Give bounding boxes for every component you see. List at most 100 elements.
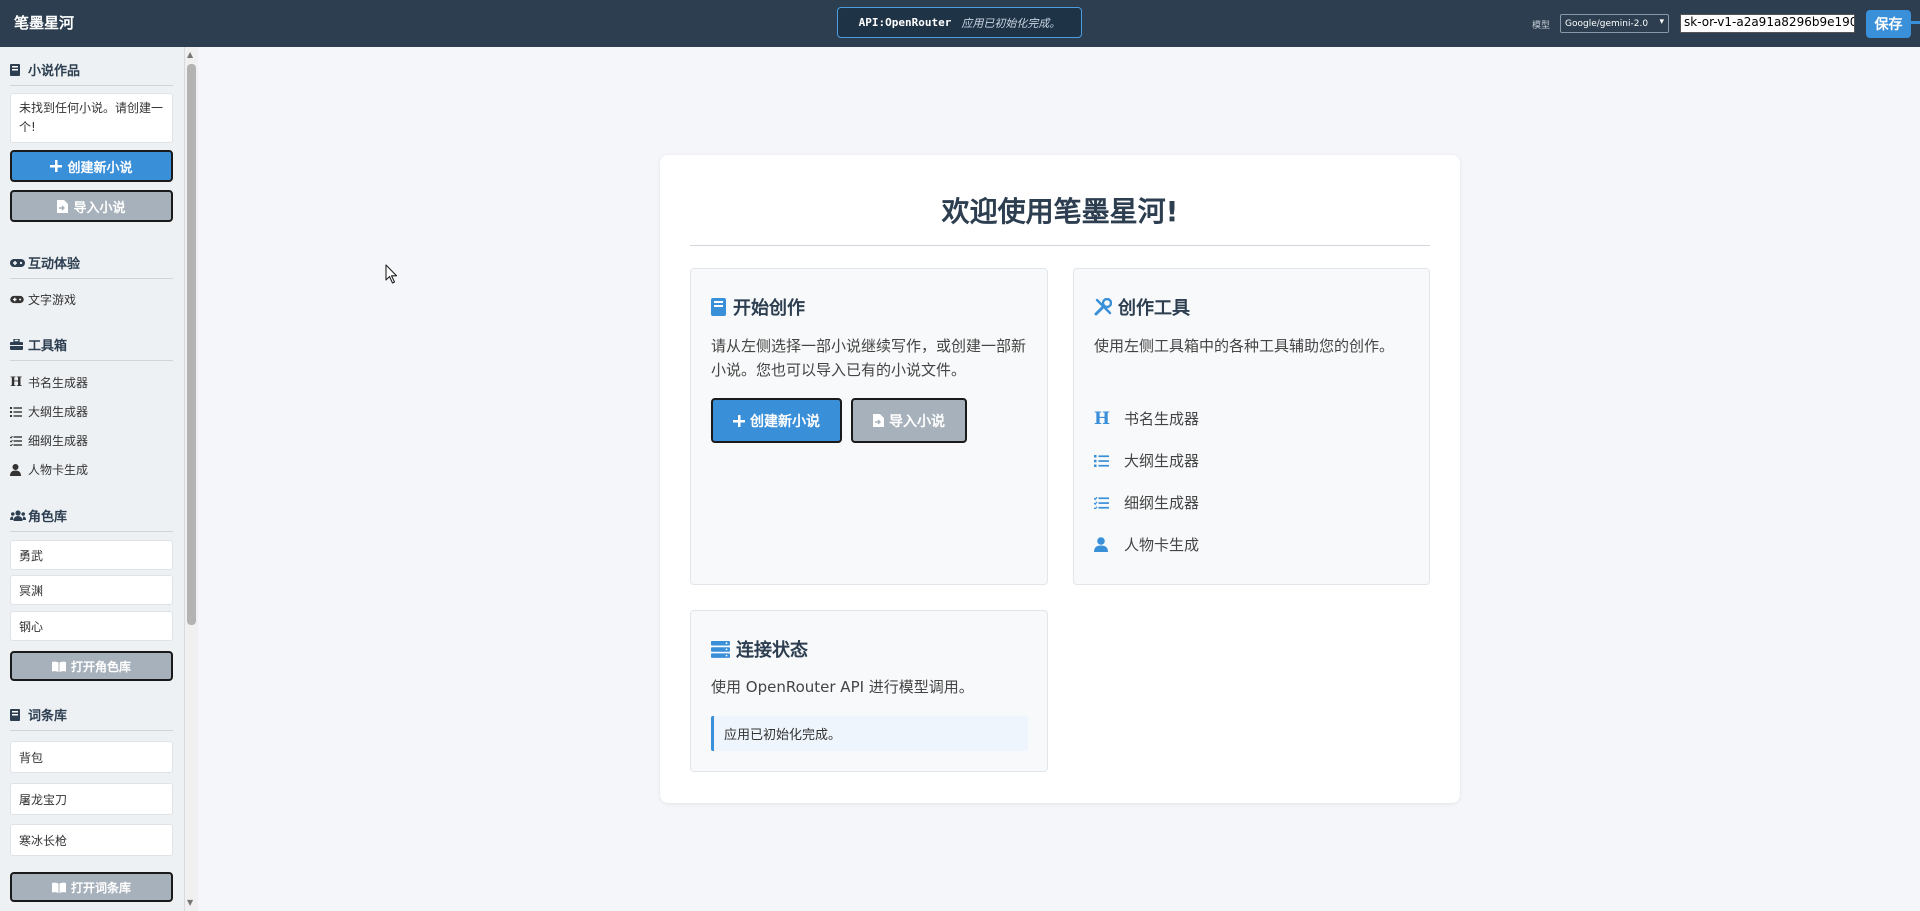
book-icon — [10, 63, 26, 76]
chevron-down-icon: ▾ — [1659, 17, 1664, 27]
start-creating-label: 开始创作 — [733, 298, 805, 319]
create-novel-main-label: 创建新小说 — [750, 413, 820, 430]
open-character-library-label: 打开角色库 — [70, 659, 131, 674]
list-item[interactable]: 钢心 — [10, 611, 173, 641]
server-icon — [711, 640, 730, 658]
tool-item-outline-generator[interactable]: 大纲生成器 — [1094, 450, 1199, 471]
sidebar-item-label: 细纲生成器 — [28, 434, 89, 448]
sidebar-item-title-generator[interactable]: H 书名生成器 — [10, 374, 88, 391]
welcome-panel: 欢迎使用笔墨星河! 开始创作 请从左侧选择一部小说继续写作，或创建一部新小说。您… — [660, 155, 1460, 803]
section-characters-label: 角色库 — [28, 510, 68, 525]
sidebar-item-label: 大纲生成器 — [28, 405, 89, 419]
section-novels-label: 小说作品 — [28, 64, 81, 79]
book-icon — [10, 708, 26, 721]
tool-item-character-card[interactable]: 人物卡生成 — [1094, 534, 1199, 555]
checklist-icon — [1094, 496, 1124, 509]
save-button[interactable]: 保存 — [1866, 10, 1911, 38]
user-icon — [10, 463, 28, 476]
sidebar: 小说作品 未找到任何小说。请创建一个! 创建新小说 导入小说 互动体验 文字游戏 — [0, 47, 185, 911]
connection-status-title: 连接状态 — [711, 636, 808, 662]
tool-item-title-generator[interactable]: H 书名生成器 — [1094, 408, 1199, 429]
list-icon — [10, 406, 28, 417]
gamepad-icon — [10, 258, 26, 268]
open-book-icon — [51, 882, 66, 893]
tool-item-label: 细纲生成器 — [1124, 494, 1200, 512]
sidebar-scroll-thumb[interactable] — [187, 64, 196, 625]
sidebar-item-character-card[interactable]: 人物卡生成 — [10, 461, 88, 478]
novels-empty-notice: 未找到任何小说。请创建一个! — [10, 93, 173, 143]
connection-status-card: 连接状态 使用 OpenRouter API 进行模型调用。 应用已初始化完成。 — [690, 610, 1048, 772]
import-novel-main-button[interactable]: 导入小说 — [851, 398, 967, 443]
model-label: 模型 — [1532, 21, 1551, 31]
section-glossary-title: 词条库 — [10, 705, 173, 731]
tool-item-detail-outline-generator[interactable]: 细纲生成器 — [1094, 492, 1199, 513]
import-novel-label: 导入小说 — [73, 200, 126, 216]
checklist-icon — [10, 435, 28, 446]
section-novels-title: 小说作品 — [10, 60, 173, 86]
import-novel-button[interactable]: 导入小说 — [10, 190, 173, 222]
top-bar: 笔墨星河 API:OpenRouter 应用已初始化完成。 模型 Google/… — [0, 0, 1920, 47]
list-item[interactable]: 寒冰长枪 — [10, 824, 173, 856]
tools-icon — [1094, 298, 1112, 316]
sidebar-item-label: 人物卡生成 — [28, 463, 89, 477]
model-select[interactable]: Google/gemini-2.0 ▾ — [1560, 14, 1669, 33]
open-glossary-label: 打开词条库 — [70, 880, 131, 895]
sidebar-item-text-game[interactable]: 文字游戏 — [10, 291, 76, 308]
sidebar-item-detail-outline-generator[interactable]: 细纲生成器 — [10, 432, 88, 449]
toolbox-icon — [10, 339, 26, 350]
start-creating-card: 开始创作 请从左侧选择一部小说继续写作，或创建一部新小说。您也可以导入已有的小说… — [690, 268, 1048, 585]
api-key-input[interactable]: sk-or-v1-a2a91a8296b9e190 — [1680, 14, 1855, 33]
scroll-down-icon[interactable]: ▼ — [187, 898, 193, 907]
gamepad-icon — [10, 295, 28, 304]
section-characters-title: 角色库 — [10, 506, 173, 532]
list-item[interactable]: 勇武 — [10, 540, 173, 570]
mouse-cursor-icon — [385, 264, 399, 288]
api-status-badge: API:OpenRouter 应用已初始化完成。 — [837, 7, 1082, 38]
section-glossary-label: 词条库 — [28, 709, 68, 724]
start-creating-title: 开始创作 — [711, 294, 805, 320]
creation-tools-text: 使用左侧工具箱中的各种工具辅助您的创作。 — [1094, 337, 1395, 355]
model-select-value: Google/gemini-2.0 — [1565, 18, 1649, 29]
file-import-icon — [57, 199, 69, 213]
user-icon — [1094, 537, 1124, 552]
creation-tools-label: 创作工具 — [1118, 298, 1190, 319]
divider — [690, 245, 1430, 246]
open-glossary-button[interactable]: 打开词条库 — [10, 872, 173, 902]
save-button-edge — [1911, 21, 1920, 24]
create-novel-label: 创建新小说 — [67, 160, 133, 176]
book-icon — [711, 298, 727, 316]
file-import-icon — [873, 414, 884, 427]
tool-item-label: 人物卡生成 — [1124, 536, 1200, 554]
list-icon — [1094, 454, 1124, 467]
sidebar-item-outline-generator[interactable]: 大纲生成器 — [10, 403, 88, 420]
create-novel-main-button[interactable]: 创建新小说 — [711, 398, 842, 443]
list-item[interactable]: 背包 — [10, 741, 173, 773]
scroll-up-icon[interactable]: ▲ — [187, 50, 193, 59]
section-toolbox-title: 工具箱 — [10, 335, 173, 361]
create-novel-button[interactable]: 创建新小说 — [10, 150, 173, 182]
heading-icon: H — [10, 375, 23, 390]
welcome-title: 欢迎使用笔墨星河! — [941, 195, 1179, 228]
creation-tools-card: 创作工具 使用左侧工具箱中的各种工具辅助您的创作。 H 书名生成器 大纲生成器 … — [1073, 268, 1430, 585]
open-character-library-button[interactable]: 打开角色库 — [10, 651, 173, 681]
list-item[interactable]: 冥渊 — [10, 575, 173, 605]
section-interactive-label: 互动体验 — [28, 257, 81, 272]
open-book-icon — [51, 661, 66, 672]
sidebar-item-label: 文字游戏 — [28, 293, 77, 307]
creation-tools-title: 创作工具 — [1094, 294, 1190, 320]
connection-status-message: 应用已初始化完成。 — [711, 716, 1028, 751]
list-item[interactable]: 屠龙宝刀 — [10, 783, 173, 815]
heading-icon: H — [1094, 408, 1111, 429]
api-status-message: 应用已初始化完成。 — [961, 16, 1061, 30]
section-toolbox-label: 工具箱 — [28, 339, 68, 354]
import-novel-main-label: 导入小说 — [889, 413, 945, 430]
plus-icon — [733, 414, 745, 427]
connection-status-text: 使用 OpenRouter API 进行模型调用。 — [711, 678, 974, 696]
tool-item-label: 大纲生成器 — [1124, 452, 1200, 470]
users-icon — [10, 510, 26, 521]
start-creating-text: 请从左侧选择一部小说继续写作，或创建一部新小说。您也可以导入已有的小说文件。 — [711, 337, 1027, 379]
app-brand: 笔墨星河 — [14, 14, 75, 32]
tool-item-label: 书名生成器 — [1124, 410, 1200, 428]
plus-icon — [50, 160, 63, 172]
api-provider-label: API:OpenRouter — [858, 16, 952, 29]
